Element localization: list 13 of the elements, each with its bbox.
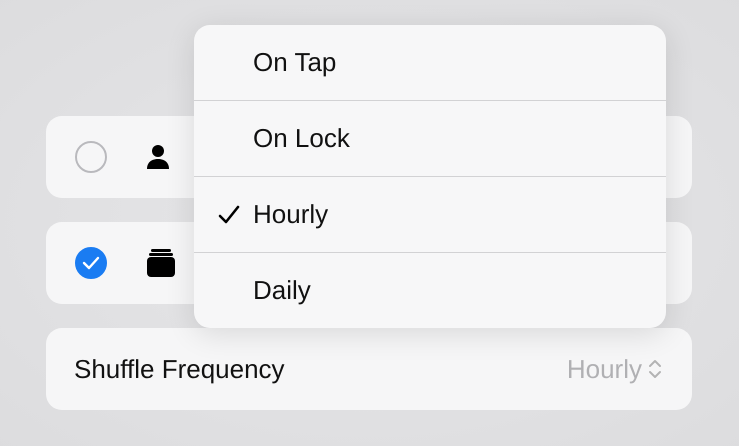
menu-item[interactable]: Daily [194,253,666,328]
menu-item[interactable]: On Lock [194,101,666,177]
radio-button[interactable] [75,141,107,173]
menu-item[interactable]: Hourly [194,177,666,253]
setting-row[interactable]: Shuffle Frequency Hourly [46,328,692,410]
setting-label: Shuffle Frequency [74,354,285,384]
up-down-chevron-icon [648,358,662,380]
menu-item[interactable]: On Tap [194,25,666,101]
photo-stack-icon [146,248,176,278]
setting-value: Hourly [566,354,642,384]
checkmark-icon [82,256,100,270]
radio-button[interactable] [75,247,107,279]
person-icon [146,144,170,170]
